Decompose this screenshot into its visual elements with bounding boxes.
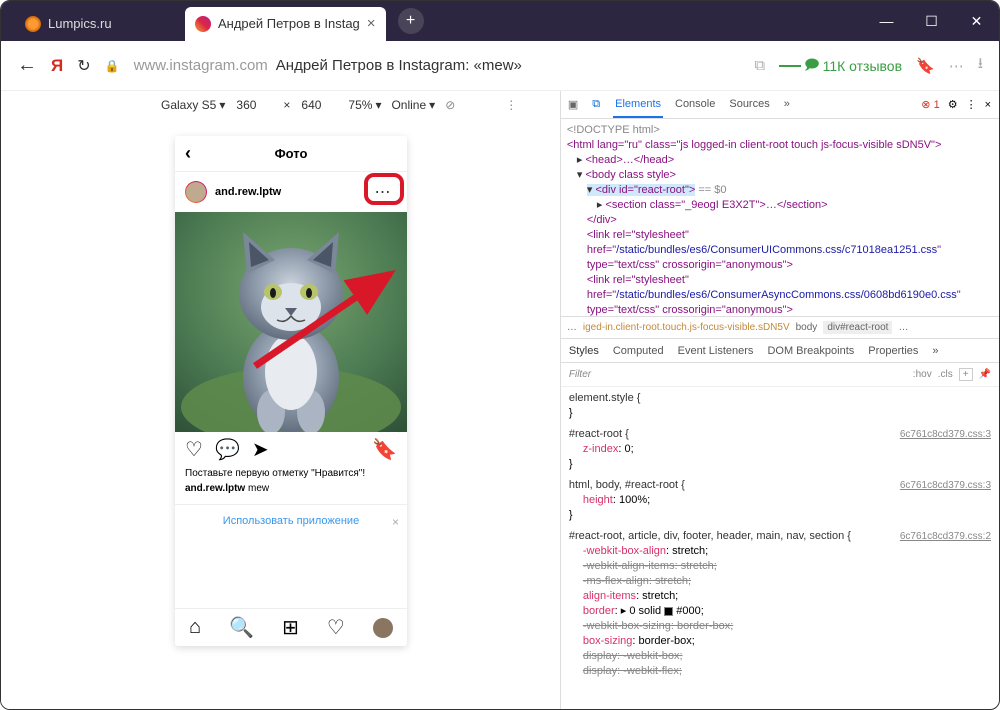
device-more-icon[interactable]: ⋮ <box>505 98 517 112</box>
tab-label: Lumpics.ru <box>48 16 112 31</box>
url-host: www.instagram.com <box>134 57 268 74</box>
styles-filter-row: Filter :hov .cls + 📌 <box>561 363 999 387</box>
filter-input[interactable]: Filter <box>569 369 591 380</box>
page-title: Андрей Петров в Instagram: «mew» <box>276 57 522 74</box>
no-throttle-icon[interactable]: ⊘ <box>445 98 455 112</box>
user-avatar[interactable] <box>185 181 207 203</box>
save-icon[interactable]: 🔖 <box>372 437 397 462</box>
window-minimize-button[interactable]: — <box>864 1 909 41</box>
error-count[interactable]: ⊗ 1 <box>921 98 939 111</box>
styles-tab-bar: Styles Computed Event Listeners DOM Brea… <box>561 339 999 363</box>
pin-icon[interactable]: 📌 <box>979 369 991 380</box>
nav-create-icon[interactable]: ⊞ <box>282 615 299 640</box>
tab-label: Андрей Петров в Instag <box>218 16 360 31</box>
reviews-badge[interactable]: 🗩 11К отзывов <box>779 54 902 78</box>
device-select[interactable]: Galaxy S5 ▾ <box>161 98 225 112</box>
tab-favicon <box>195 16 211 32</box>
elements-tree[interactable]: <!DOCTYPE html> <html lang="ru" class="j… <box>561 119 999 317</box>
post-caption: and.rew.lptw mew <box>175 481 407 496</box>
share-icon[interactable]: ⧉ <box>754 57 765 74</box>
tab-close-icon[interactable]: × <box>367 15 376 32</box>
tab-elements[interactable]: Elements <box>613 92 663 118</box>
subtab-computed[interactable]: Computed <box>613 345 664 357</box>
device-width[interactable]: 360 <box>235 97 273 113</box>
window-maximize-button[interactable]: ☐ <box>909 1 954 41</box>
use-app-banner[interactable]: Использовать приложение × <box>175 504 407 537</box>
browser-tab-active[interactable]: Андрей Петров в Instag × <box>185 7 386 41</box>
subtab-more[interactable]: » <box>932 345 938 357</box>
device-height[interactable]: 640 <box>300 97 338 113</box>
devtools-close-icon[interactable]: × <box>985 99 991 111</box>
subtab-styles[interactable]: Styles <box>569 345 599 357</box>
network-select[interactable]: Online ▾ <box>391 98 435 112</box>
new-tab-button[interactable]: + <box>398 8 424 34</box>
device-mode-icon[interactable]: ⧉ <box>585 98 607 111</box>
lock-icon: 🔒 <box>105 59 120 73</box>
post-actions-row: ♡ 💬 ➤ 🔖 <box>175 432 407 466</box>
inspect-icon[interactable]: ▣ <box>561 98 585 111</box>
breadcrumb[interactable]: … iged-in.client-root.touch.js-focus-vis… <box>561 317 999 339</box>
reload-button[interactable]: ↻ <box>77 56 90 76</box>
banner-close-icon[interactable]: × <box>392 515 399 529</box>
devtools-more-icon[interactable]: ⋮ <box>966 98 977 111</box>
tab-favicon <box>25 16 41 32</box>
browser-tab-bar: Lumpics.ru Андрей Петров в Instag × + — … <box>1 1 999 41</box>
menu-icon[interactable]: ⋯ <box>949 57 964 75</box>
browser-tab-inactive[interactable]: Lumpics.ru <box>15 7 185 41</box>
subtab-dom[interactable]: DOM Breakpoints <box>767 345 854 357</box>
like-icon[interactable]: ♡ <box>185 437 203 462</box>
nav-home-icon[interactable]: ⌂ <box>189 616 201 639</box>
tab-more[interactable]: » <box>782 92 792 118</box>
post-username[interactable]: and.rew.lptw <box>215 186 361 198</box>
bookmark-icon[interactable]: 🔖 <box>916 57 935 75</box>
instagram-top-bar: ‹ Фото <box>175 136 407 172</box>
url-field[interactable]: www.instagram.com Андрей Петров в Instag… <box>134 57 741 74</box>
devtools-toolbar: ▣ ⧉ Elements Console Sources » ⊗ 1 ⚙ ⋮ × <box>561 91 999 119</box>
comment-icon[interactable]: 💬 <box>215 437 240 462</box>
back-chevron-icon[interactable]: ‹ <box>185 143 191 164</box>
zoom-select[interactable]: 75% ▾ <box>348 98 381 112</box>
nav-search-icon[interactable]: 🔍 <box>229 615 254 640</box>
tab-console[interactable]: Console <box>673 92 717 118</box>
subtab-listeners[interactable]: Event Listeners <box>678 345 754 357</box>
window-close-button[interactable]: ✕ <box>954 1 999 41</box>
hov-toggle[interactable]: :hov <box>913 369 932 380</box>
annotation-highlight-box <box>364 173 404 205</box>
subtab-props[interactable]: Properties <box>868 345 918 357</box>
instagram-mobile-page: ‹ Фото and.rew.lptw ⋯ <box>175 136 407 646</box>
nav-profile-avatar[interactable] <box>373 618 393 638</box>
emulated-page-viewport: Galaxy S5 ▾ 360 × 640 75% ▾ Online ▾ ⊘ ⋮… <box>1 91 560 709</box>
nav-activity-icon[interactable]: ♡ <box>327 615 345 640</box>
instagram-bottom-nav: ⌂ 🔍 ⊞ ♡ <box>175 608 407 646</box>
browser-address-bar: ← Я ↻ 🔒 www.instagram.com Андрей Петров … <box>1 41 999 91</box>
new-rule-button[interactable]: + <box>959 368 973 381</box>
tab-sources[interactable]: Sources <box>727 92 771 118</box>
cls-toggle[interactable]: .cls <box>938 369 953 380</box>
settings-icon[interactable]: ⚙ <box>948 98 958 111</box>
devtools-panel: ▣ ⧉ Elements Console Sources » ⊗ 1 ⚙ ⋮ ×… <box>560 91 999 709</box>
device-toolbar: Galaxy S5 ▾ 360 × 640 75% ▾ Online ▾ ⊘ ⋮ <box>1 91 560 119</box>
instagram-header-title: Фото <box>275 146 308 161</box>
yandex-logo[interactable]: Я <box>51 56 63 76</box>
styles-pane[interactable]: element.style { } #react-root {6c761c8cd… <box>561 387 999 709</box>
post-image[interactable] <box>175 212 407 432</box>
download-icon[interactable]: ⭳ <box>978 53 983 78</box>
nav-back-button[interactable]: ← <box>17 54 37 77</box>
window-controls: — ☐ ✕ <box>864 1 999 41</box>
share-icon[interactable]: ➤ <box>252 437 269 462</box>
likes-prompt: Поставьте первую отметку "Нравится"! <box>175 466 407 481</box>
